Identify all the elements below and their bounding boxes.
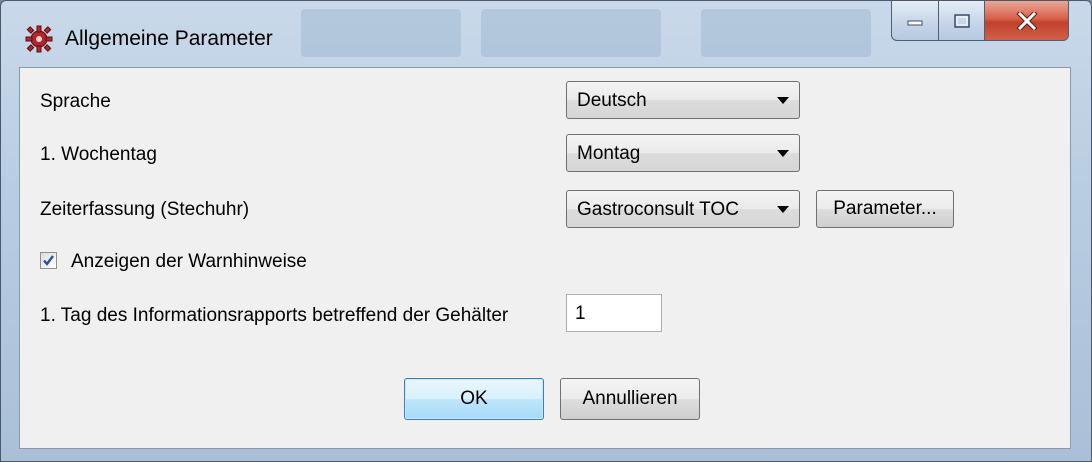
language-label: Sprache xyxy=(40,91,111,112)
dialog-window: Allgemeine Parameter Sprache Deutsch 1. … xyxy=(0,0,1092,462)
ok-button[interactable]: OK xyxy=(404,378,544,420)
info-report-day-input[interactable]: 1 xyxy=(566,294,662,332)
maximize-button[interactable] xyxy=(939,1,985,41)
time-recording-label: Zeiterfassung (Stechuhr) xyxy=(40,199,250,220)
info-report-day-value: 1 xyxy=(575,303,586,324)
minimize-icon xyxy=(907,20,923,25)
language-selected-value: Deutsch xyxy=(577,90,647,111)
first-weekday-dropdown[interactable]: Montag xyxy=(566,134,800,172)
close-icon xyxy=(1015,11,1038,30)
first-weekday-selected-value: Montag xyxy=(577,143,641,164)
minimize-button[interactable] xyxy=(891,1,939,41)
show-warnings-checkbox[interactable] xyxy=(40,252,57,269)
checkmark-icon xyxy=(43,255,54,266)
dialog-client-area: Sprache Deutsch 1. Wochentag Montag Zeit… xyxy=(19,67,1071,449)
time-recording-parameter-button[interactable]: Parameter... xyxy=(816,190,954,228)
app-gear-icon xyxy=(25,25,53,53)
window-title: Allgemeine Parameter xyxy=(65,27,273,50)
time-recording-selected-value: Gastroconsult TOC xyxy=(577,199,739,220)
info-report-day-label: 1. Tag des Informationsrapports betreffe… xyxy=(40,305,509,326)
maximize-icon xyxy=(953,13,970,28)
chevron-down-icon xyxy=(777,97,789,104)
caption-buttons xyxy=(891,1,1069,41)
close-button[interactable] xyxy=(985,1,1069,41)
cancel-button[interactable]: Annullieren xyxy=(560,378,700,420)
time-recording-dropdown[interactable]: Gastroconsult TOC xyxy=(566,190,800,228)
language-dropdown[interactable]: Deutsch xyxy=(566,81,800,119)
chevron-down-icon xyxy=(777,206,789,213)
show-warnings-label[interactable]: Anzeigen der Warnhinweise xyxy=(71,251,307,273)
title-bar[interactable]: Allgemeine Parameter xyxy=(1,1,1091,67)
first-weekday-label: 1. Wochentag xyxy=(40,144,157,165)
chevron-down-icon xyxy=(777,150,789,157)
